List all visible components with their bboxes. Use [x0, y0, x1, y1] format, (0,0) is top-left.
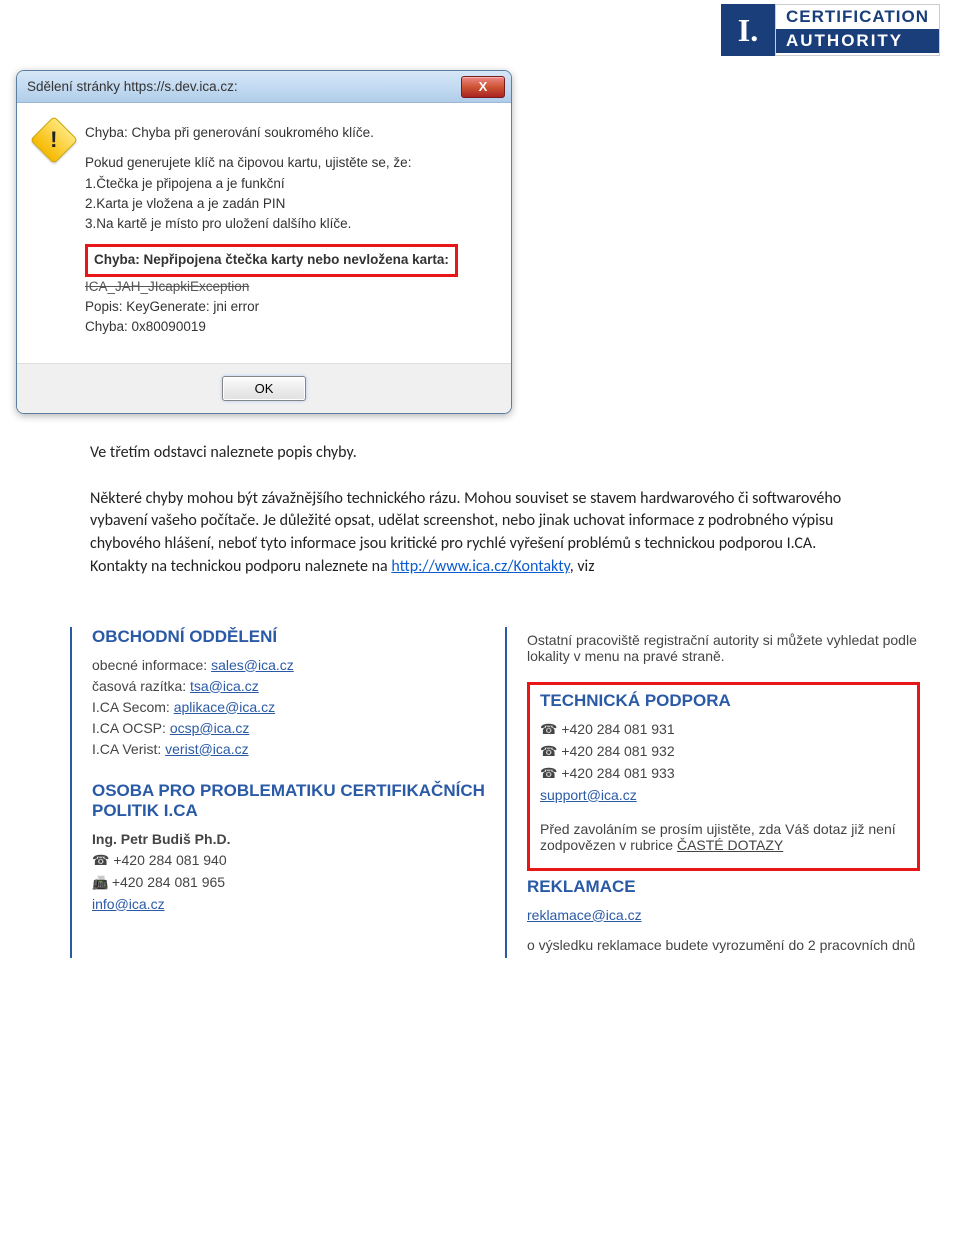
sales-email-link[interactable]: sales@ica.cz [211, 657, 294, 673]
tech-support-heading: TECHNICKÁ PODPORA [540, 691, 907, 711]
document-body-text: Ve třetím odstavci naleznete popis chyby… [90, 442, 870, 578]
logo-line1: CERTIFICATION [776, 5, 939, 29]
logo-text: CERTIFICATION AUTHORITY [775, 4, 940, 56]
tech-phone-2: +420 284 081 932 [540, 743, 907, 760]
tech-phone-1: +420 284 081 931 [540, 721, 907, 738]
dialog-message: Chyba: Chyba při generování soukromého k… [85, 123, 458, 347]
logo-mark: I. [721, 4, 775, 56]
dialog-title: Sdělení stránky https://s.dev.ica.cz: [27, 79, 238, 94]
dialog-titlebar: Sdělení stránky https://s.dev.ica.cz: X [17, 71, 511, 103]
policies-heading: OSOBA PRO PROBLEMATIKU CERTIFIKAČNÍCH PO… [92, 781, 485, 821]
contacts-section: OBCHODNÍ ODDĚLENÍ obecné informace: sale… [70, 627, 920, 958]
tsa-email-link[interactable]: tsa@ica.cz [190, 678, 259, 694]
dialog-footer: OK [17, 363, 511, 413]
verist-email-link[interactable]: verist@ica.cz [165, 741, 248, 757]
paragraph-1: Ve třetím odstavci naleznete popis chyby… [90, 442, 870, 465]
secom-email-link[interactable]: aplikace@ica.cz [174, 699, 275, 715]
contacts-left-column: OBCHODNÍ ODDĚLENÍ obecné informace: sale… [70, 627, 485, 958]
brand-logo: I. CERTIFICATION AUTHORITY [721, 4, 940, 56]
card-info: Pokud generujete klíč na čipovou kartu, … [85, 153, 458, 234]
tech-support-highlight: TECHNICKÁ PODPORA +420 284 081 931 +420 … [527, 682, 920, 871]
highlighted-error: Chyba: Nepřipojena čtečka karty nebo nev… [85, 244, 458, 276]
policies-fax: +420 284 081 965 [92, 874, 485, 891]
complaints-note: o výsledku reklamace budete vyrozumění d… [527, 937, 920, 953]
support-contacts-link[interactable]: http://www.ica.cz/Kontakty [391, 557, 569, 576]
sales-block: OBCHODNÍ ODDĚLENÍ obecné informace: sale… [92, 627, 485, 757]
logo-line2: AUTHORITY [776, 29, 939, 53]
ok-button[interactable]: OK [222, 376, 306, 401]
other-workplaces-note: Ostatní pracoviště registrační autority … [527, 632, 920, 664]
error-details: ICA_JAH_JIcapkiException Popis: KeyGener… [85, 277, 458, 338]
policies-person-name: Ing. Petr Budiš Ph.D. [92, 831, 230, 847]
policies-person-block: OSOBA PRO PROBLEMATIKU CERTIFIKAČNÍCH PO… [92, 781, 485, 912]
error-heading: Chyba: Chyba při generování soukromého k… [85, 123, 458, 143]
tech-support-note: Před zavoláním se prosím ujistěte, zda V… [540, 821, 907, 853]
close-icon: X [479, 79, 488, 94]
contacts-right-column: Ostatní pracoviště registrační autority … [505, 627, 920, 958]
policies-phone: +420 284 081 940 [92, 852, 485, 869]
paragraph-2: Některé chyby mohou být závažnějšího tec… [90, 488, 870, 579]
dialog-body: ! Chyba: Chyba při generování soukromého… [17, 103, 511, 363]
warning-icon: ! [30, 116, 78, 164]
dialog-window: Sdělení stránky https://s.dev.ica.cz: X … [16, 70, 512, 414]
ocsp-email-link[interactable]: ocsp@ica.cz [170, 720, 250, 736]
close-button[interactable]: X [461, 76, 505, 98]
faq-link[interactable]: ČASTÉ DOTAZY [677, 837, 783, 853]
complaints-heading: REKLAMACE [527, 877, 920, 897]
sales-heading: OBCHODNÍ ODDĚLENÍ [92, 627, 485, 647]
complaints-email-link[interactable]: reklamace@ica.cz [527, 907, 642, 923]
support-email-link[interactable]: support@ica.cz [540, 787, 637, 803]
dialog-screenshot: Sdělení stránky https://s.dev.ica.cz: X … [0, 0, 960, 414]
tech-phone-3: +420 284 081 933 [540, 765, 907, 782]
info-email-link[interactable]: info@ica.cz [92, 896, 165, 912]
